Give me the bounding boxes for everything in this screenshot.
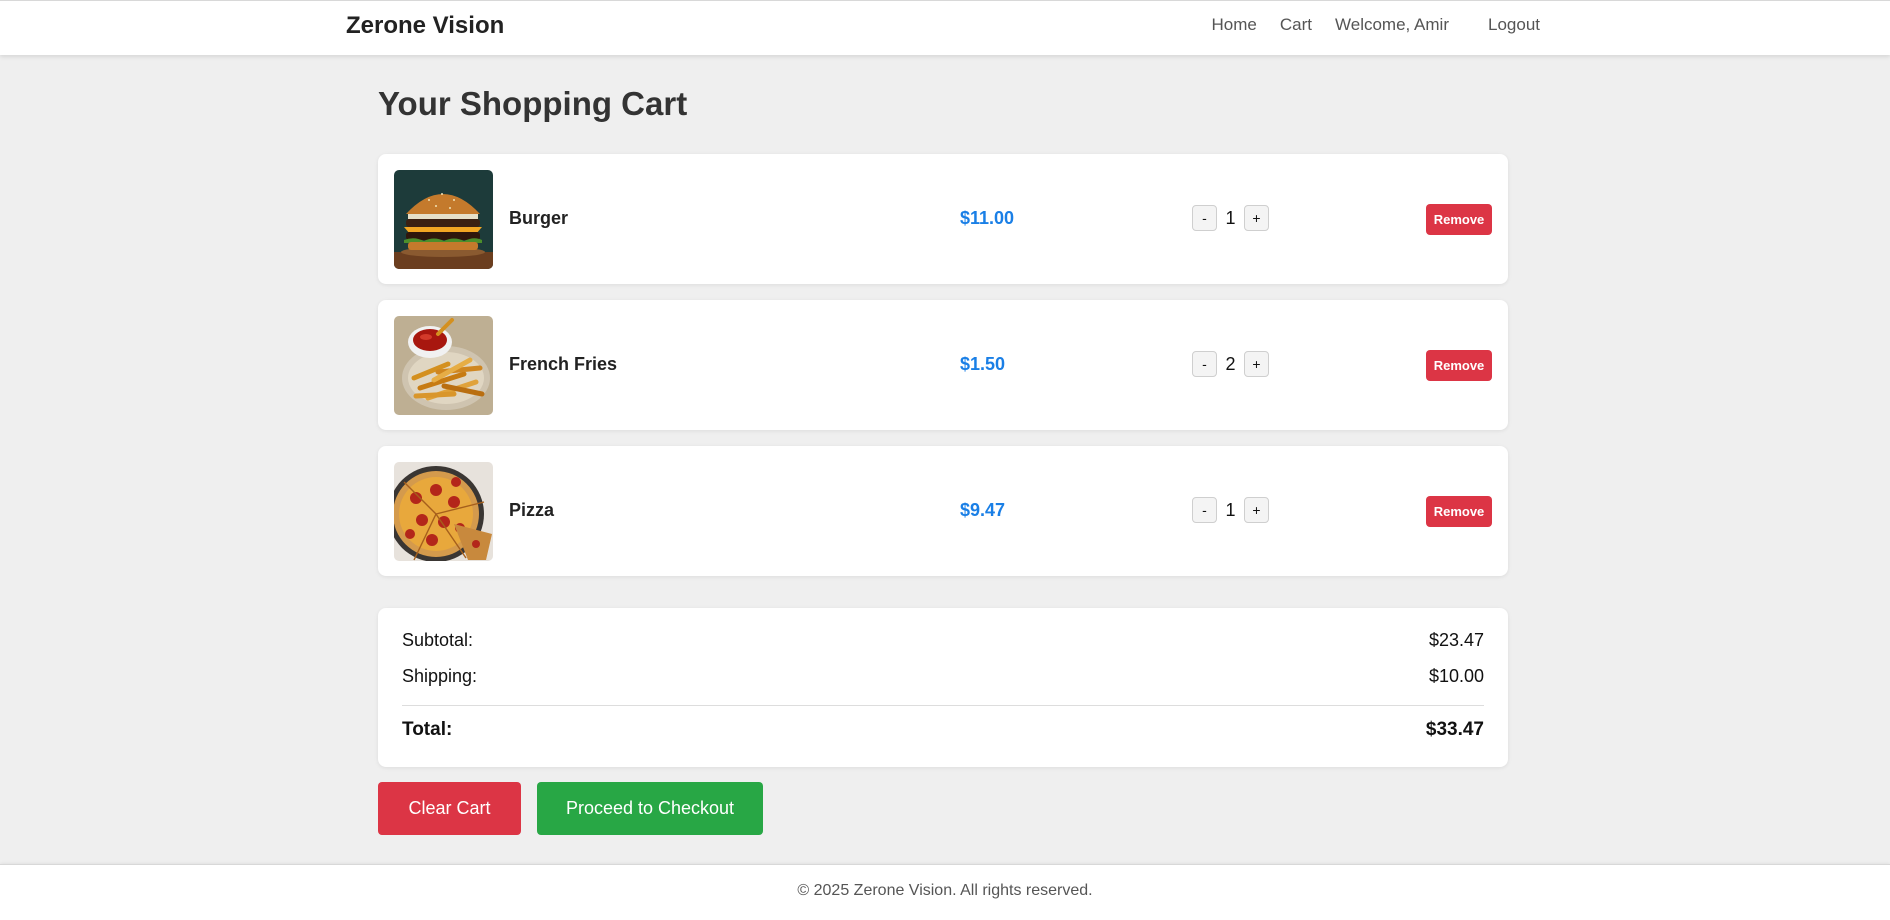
burger-image xyxy=(394,170,493,269)
order-summary: Subtotal: $23.47 Shipping: $10.00 Total:… xyxy=(378,608,1508,767)
item-name: French Fries xyxy=(509,354,618,374)
subtotal-row: Subtotal: $23.47 xyxy=(402,630,1484,651)
total-label: Total: xyxy=(402,719,453,740)
cart-list: Burger $11.00 - 1 + Remove French Fries … xyxy=(378,154,1508,592)
cart-item: Burger $11.00 - 1 + Remove xyxy=(378,154,1508,284)
remove-item-button[interactable]: Remove xyxy=(1426,204,1492,235)
proceed-to-checkout-button[interactable]: Proceed to Checkout xyxy=(537,782,763,835)
nav-links: Home Cart Welcome, Amir Logout xyxy=(1212,15,1540,35)
shipping-value: $10.00 xyxy=(1428,666,1484,686)
total-row: Total: $33.47 xyxy=(402,719,1484,741)
item-price: $11.00 xyxy=(960,208,1015,228)
item-price: $1.50 xyxy=(960,354,1006,374)
quantity-value: 1 xyxy=(1225,499,1236,520)
navbar: Zerone Vision Home Cart Welcome, Amir Lo… xyxy=(0,0,1890,55)
clear-cart-button[interactable]: Clear Cart xyxy=(378,782,521,835)
quantity-stepper: - 1 + xyxy=(1192,205,1269,231)
item-name: Burger xyxy=(509,208,569,228)
decrease-quantity-button[interactable]: - xyxy=(1192,205,1217,231)
footer-copyright: © 2025 Zerone Vision. All rights reserve… xyxy=(797,882,1093,899)
increase-quantity-button[interactable]: + xyxy=(1244,205,1269,231)
subtotal-value: $23.47 xyxy=(1428,630,1484,650)
shipping-row: Shipping: $10.00 xyxy=(402,666,1484,687)
pizza-image xyxy=(394,462,493,561)
welcome-text: Welcome, Amir xyxy=(1335,15,1449,34)
nav-link-cart[interactable]: Cart xyxy=(1280,15,1312,35)
decrease-quantity-button[interactable]: - xyxy=(1192,497,1217,523)
fries-photo-icon xyxy=(394,316,493,415)
footer: © 2025 Zerone Vision. All rights reserve… xyxy=(0,864,1890,920)
quantity-value: 2 xyxy=(1225,353,1236,374)
quantity-stepper: - 1 + xyxy=(1192,497,1269,523)
increase-quantity-button[interactable]: + xyxy=(1244,351,1269,377)
increase-quantity-button[interactable]: + xyxy=(1244,497,1269,523)
shipping-label: Shipping: xyxy=(402,666,478,686)
fries-image xyxy=(394,316,493,415)
burger-photo-icon xyxy=(394,170,493,269)
brand-logo[interactable]: Zerone Vision xyxy=(346,12,504,40)
summary-divider xyxy=(402,705,1484,706)
decrease-quantity-button[interactable]: - xyxy=(1192,351,1217,377)
quantity-value: 1 xyxy=(1225,207,1236,228)
subtotal-label: Subtotal: xyxy=(402,630,474,650)
total-value: $33.47 xyxy=(1425,719,1484,740)
page-title: Your Shopping Cart xyxy=(378,85,688,122)
quantity-stepper: - 2 + xyxy=(1192,351,1269,377)
cart-item: French Fries $1.50 - 2 + Remove xyxy=(378,300,1508,430)
item-name: Pizza xyxy=(509,500,555,520)
remove-item-button[interactable]: Remove xyxy=(1426,350,1492,381)
remove-item-button[interactable]: Remove xyxy=(1426,496,1492,527)
cart-item: Pizza $9.47 - 1 + Remove xyxy=(378,446,1508,576)
nav-link-logout[interactable]: Logout xyxy=(1488,15,1540,35)
pizza-photo-icon xyxy=(394,462,493,561)
nav-link-home[interactable]: Home xyxy=(1212,15,1257,35)
item-price: $9.47 xyxy=(960,500,1006,520)
